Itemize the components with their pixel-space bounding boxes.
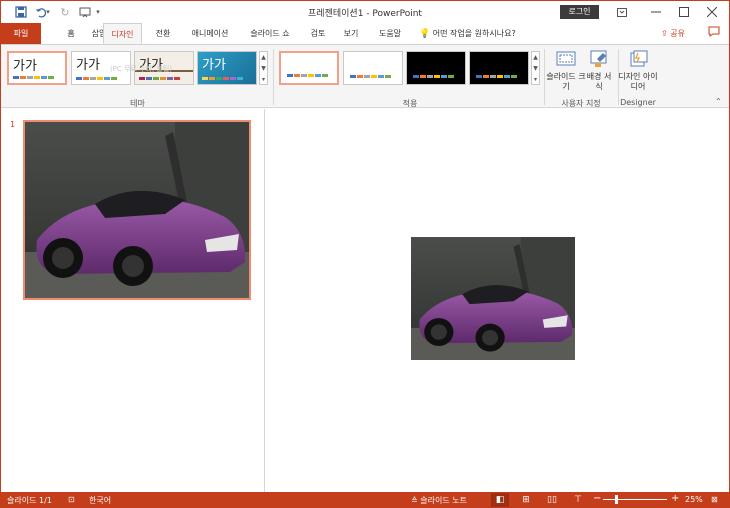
separator — [273, 49, 274, 105]
tell-me-label: 어떤 작업을 원하시나요? — [432, 29, 516, 38]
variant-gallery-scroll[interactable]: ▲ ▼ ▾ — [531, 51, 540, 85]
tell-me-search[interactable]: 💡 어떤 작업을 원하시나요? — [419, 23, 531, 44]
notes-label: 슬라이드 노트 — [420, 496, 467, 505]
notes-icon: ≙ — [411, 496, 418, 505]
car-image — [411, 237, 575, 360]
format-background-label: 배경 서식 — [586, 72, 612, 91]
variant-swatches — [413, 75, 455, 78]
theme-office[interactable]: 가가 — [7, 51, 67, 85]
fit-to-window-icon[interactable]: ⊠ — [711, 495, 718, 504]
ribbon-display-options-icon[interactable] — [609, 3, 635, 21]
theme-swatches — [202, 77, 244, 80]
slide-size-label: 슬라이드 크기 — [546, 72, 586, 91]
theme-sample-text: 가가 — [202, 58, 226, 73]
tab-slideshow[interactable]: 슬라이드 쇼 — [244, 23, 296, 44]
zoom-out-icon[interactable]: − — [593, 493, 601, 504]
group-label-designer: Designer — [620, 98, 656, 107]
separator — [544, 49, 545, 105]
status-bar: 슬라이드 1/1 ⊡ 한국어 ≙ 슬라이드 노트 ◧ ⊞ ▯▯ ⊤ − + 25… — [1, 492, 729, 508]
language-indicator[interactable]: 한국어 — [89, 495, 111, 506]
slide-edit-pane[interactable] — [266, 109, 729, 492]
reading-view-icon[interactable]: ▯▯ — [543, 493, 561, 507]
comment-icon[interactable] — [708, 26, 722, 40]
share-icon: ⇪ — [661, 29, 668, 38]
watermark-text: (PC 무료 수리, 불팁) — [109, 65, 173, 73]
tab-help[interactable]: 도움말 — [375, 23, 405, 44]
ribbon-design: 가가 가가 가가 가가 (PC 무료 수리, 불팁) ▲ ▼ ▾ 테마 ▲ ▼ … — [1, 44, 729, 108]
scroll-down-icon[interactable]: ▼ — [532, 63, 539, 74]
tab-home[interactable]: 홈 — [61, 23, 81, 44]
theme-swatches — [13, 76, 55, 79]
notes-button[interactable]: ≙ 슬라이드 노트 — [411, 495, 467, 506]
zoom-level[interactable]: 25% — [685, 495, 703, 504]
slide-thumbnail-pane: 1 — [1, 109, 265, 492]
variant-3[interactable] — [406, 51, 466, 85]
theme-ion[interactable]: 가가 — [197, 51, 257, 85]
zoom-in-icon[interactable]: + — [671, 493, 679, 504]
ribbon-tabs: 파일 홈 삽입 디자인 전환 애니메이션 슬라이드 쇼 검토 보기 도움말 💡 … — [1, 23, 729, 44]
slide-size-button[interactable]: 슬라이드 크기 — [546, 49, 586, 92]
design-ideas-button[interactable]: 디자인 아이디어 — [618, 49, 658, 92]
variant-swatches — [350, 75, 392, 78]
variant-swatches — [287, 74, 329, 77]
design-ideas-icon — [630, 50, 648, 67]
variant-swatches — [476, 75, 518, 78]
close-icon[interactable] — [699, 3, 725, 21]
variant-4[interactable] — [469, 51, 529, 85]
slide-canvas-image[interactable] — [411, 237, 575, 360]
more-icon[interactable]: ▾ — [532, 74, 539, 85]
slide-counter: 슬라이드 1/1 — [7, 496, 52, 505]
format-background-button[interactable]: 배경 서식 — [584, 49, 614, 92]
slide-thumbnail[interactable] — [23, 120, 251, 300]
slide-size-icon — [556, 51, 576, 66]
theme-sample-text: 가가 — [76, 58, 100, 73]
normal-view-icon[interactable]: ◧ — [491, 493, 509, 507]
variant-2[interactable] — [343, 51, 403, 85]
login-button[interactable]: 로그인 — [560, 5, 599, 19]
tab-view[interactable]: 보기 — [340, 23, 362, 44]
share-label: 공유 — [670, 29, 685, 38]
title-bar: ▾ ↻ ▾ 프레젠테이션1 - PowerPoint 로그인 — [1, 1, 729, 23]
car-image — [25, 122, 249, 298]
theme-gallery-scroll[interactable]: ▲ ▼ ▾ — [259, 51, 268, 85]
design-ideas-label: 디자인 아이디어 — [618, 72, 658, 91]
collapse-ribbon-icon[interactable]: ⌃ — [715, 97, 722, 106]
tab-design[interactable]: 디자인 — [103, 23, 142, 44]
variant-1[interactable] — [279, 51, 339, 85]
powerpoint-window: ▾ ↻ ▾ 프레젠테이션1 - PowerPoint 로그인 파일 홈 삽입 디… — [0, 0, 730, 508]
maximize-icon[interactable] — [671, 3, 697, 21]
scroll-down-icon[interactable]: ▼ — [260, 63, 267, 74]
theme-sample-text: 가가 — [13, 59, 37, 74]
slide-number: 1 — [10, 120, 16, 129]
format-background-icon — [590, 50, 607, 67]
share-button[interactable]: ⇪ 공유 — [661, 23, 685, 44]
group-label-variants: 적용 — [402, 99, 418, 108]
group-label-customize: 사용자 지정 — [561, 99, 601, 108]
tab-file[interactable]: 파일 — [1, 23, 41, 44]
group-label-themes: 테마 — [130, 99, 145, 108]
tab-review[interactable]: 검토 — [307, 23, 329, 44]
more-icon[interactable]: ▾ — [260, 74, 267, 85]
minimize-icon[interactable] — [643, 3, 669, 21]
lightbulb-icon: 💡 — [419, 29, 431, 39]
slideshow-view-icon[interactable]: ⊤ — [569, 493, 587, 507]
zoom-slider[interactable] — [603, 499, 667, 500]
tab-transitions[interactable]: 전환 — [151, 23, 175, 44]
accessibility-icon[interactable]: ⊡ — [68, 495, 75, 504]
slide-sorter-icon[interactable]: ⊞ — [517, 493, 535, 507]
scroll-up-icon[interactable]: ▲ — [260, 52, 267, 63]
tab-animations[interactable]: 애니메이션 — [187, 23, 233, 44]
zoom-slider-thumb[interactable] — [614, 495, 618, 504]
scroll-up-icon[interactable]: ▲ — [532, 52, 539, 63]
